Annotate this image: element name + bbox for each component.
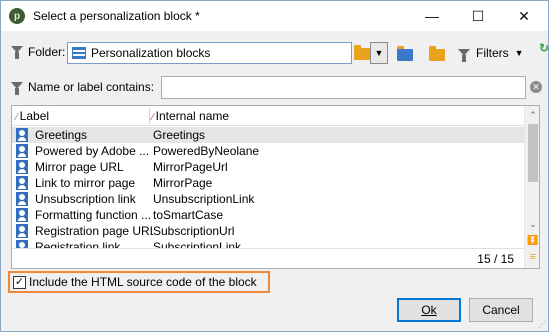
row-label: Mirror page URL: [35, 160, 124, 174]
record-count: 15 / 15: [477, 252, 514, 266]
clear-icon[interactable]: ✕: [530, 81, 542, 93]
scroll-down-icon[interactable]: ⌄: [525, 216, 539, 232]
new-folder-icon[interactable]: [429, 46, 445, 61]
personalization-block-icon: [16, 176, 28, 190]
row-label: Formatting function ...: [35, 208, 152, 222]
column-header-internal-name[interactable]: ⁄ Internal name: [152, 109, 229, 123]
refresh-icon[interactable]: ↻: [539, 41, 549, 55]
folder-row: Folder: Personalization blocks ▼ Filters…: [11, 41, 549, 65]
name-filter-row: Name or label contains: ✕: [11, 76, 542, 100]
row-label: Unsubscription link: [35, 192, 136, 206]
sort-icon: ⁄: [152, 112, 154, 123]
row-internal-name: SubscriptionUrl: [153, 224, 235, 238]
column-divider[interactable]: [149, 108, 150, 124]
filters-button[interactable]: Filters ▼: [458, 42, 524, 64]
folder-icon[interactable]: [354, 45, 370, 60]
row-internal-name: UnsubscriptionLink: [153, 192, 255, 206]
folder-selector[interactable]: Personalization blocks: [67, 42, 352, 64]
vertical-scrollbar[interactable]: ⌃ ⌄ ⏬ ≡: [524, 106, 539, 268]
personalization-block-icon: [16, 224, 28, 238]
row-internal-name: MirrorPage: [153, 176, 213, 190]
list-icon: [72, 47, 86, 59]
filter-icon: [11, 46, 23, 59]
app-logo-icon: p: [9, 8, 25, 24]
include-html-checkbox[interactable]: ✓: [13, 275, 26, 289]
scroll-up-icon[interactable]: ⌃: [525, 107, 539, 123]
include-html-option[interactable]: ✓ Include the HTML source code of the bl…: [8, 271, 270, 293]
table-row[interactable]: Powered by Adobe ... PoweredByNeolane: [12, 143, 524, 159]
chevron-down-icon: ▼: [514, 48, 524, 58]
table-row[interactable]: Link to mirror page MirrorPage: [12, 175, 524, 191]
grid-rows: Greetings Greetings Powered by Adobe ... Po…: [12, 127, 524, 255]
minimize-button[interactable]: —: [409, 1, 455, 31]
filter-icon: [11, 82, 23, 95]
row-label: Greetings: [35, 128, 88, 142]
folder-value: Personalization blocks: [91, 46, 211, 60]
grid-status-bar: 15 / 15: [12, 248, 524, 268]
row-label: Link to mirror page: [35, 176, 136, 190]
row-internal-name: MirrorPageUrl: [153, 160, 228, 174]
title-bar: p Select a personalization block * — ☐ ✕: [1, 1, 548, 31]
scrollbar-thumb[interactable]: [528, 124, 538, 182]
window-title: Select a personalization block *: [33, 9, 200, 23]
row-internal-name: Greetings: [153, 128, 206, 142]
name-filter-label: Name or label contains:: [28, 80, 155, 94]
personalization-block-icon: [16, 208, 28, 222]
table-row[interactable]: Registration page URL SubscriptionUrl: [12, 223, 524, 239]
maximize-button[interactable]: ☐: [455, 1, 501, 31]
name-filter-input[interactable]: [161, 76, 526, 99]
row-internal-name: PoweredByNeolane: [153, 144, 260, 158]
cancel-button[interactable]: Cancel: [469, 298, 533, 322]
filters-label: Filters: [476, 46, 509, 60]
table-row[interactable]: Mirror page URL MirrorPageUrl: [12, 159, 524, 175]
close-button[interactable]: ✕: [501, 1, 547, 31]
row-internal-name: toSmartCase: [153, 208, 224, 222]
chevron-down-icon: ▼: [374, 48, 384, 58]
scroll-end-icon[interactable]: ⏬: [525, 232, 539, 248]
sort-icon: ⁄: [16, 112, 18, 123]
filter-icon: [458, 48, 470, 62]
table-row[interactable]: Greetings Greetings: [12, 127, 524, 143]
resize-grip[interactable]: ⋰: [538, 320, 546, 329]
row-label: Powered by Adobe ...: [35, 144, 150, 158]
folder-label: Folder:: [28, 45, 66, 59]
ok-button[interactable]: Ok: [397, 298, 461, 322]
include-html-label: Include the HTML source code of the bloc…: [29, 275, 257, 289]
personalization-block-icon: [16, 160, 28, 174]
table-row[interactable]: Formatting function ... toSmartCase: [12, 207, 524, 223]
grid-header: ⁄ Label ⁄ Internal name: [12, 106, 524, 126]
folder-dropdown-button[interactable]: ▼: [370, 42, 388, 64]
personalization-block-icon: [16, 192, 28, 206]
personalization-block-icon: [16, 144, 28, 158]
blocks-grid: ⁄ Label ⁄ Internal name Greetings Greetings…: [11, 105, 540, 269]
columns-menu-icon[interactable]: ≡: [525, 249, 539, 265]
column-header-label[interactable]: ⁄ Label: [16, 109, 49, 123]
personalization-block-icon: [16, 128, 28, 142]
open-folder-icon[interactable]: [397, 46, 413, 61]
table-row[interactable]: Unsubscription link UnsubscriptionLink: [12, 191, 524, 207]
row-label: Registration page URL: [35, 224, 153, 238]
dialog-window: p Select a personalization block * — ☐ ✕…: [0, 0, 549, 332]
